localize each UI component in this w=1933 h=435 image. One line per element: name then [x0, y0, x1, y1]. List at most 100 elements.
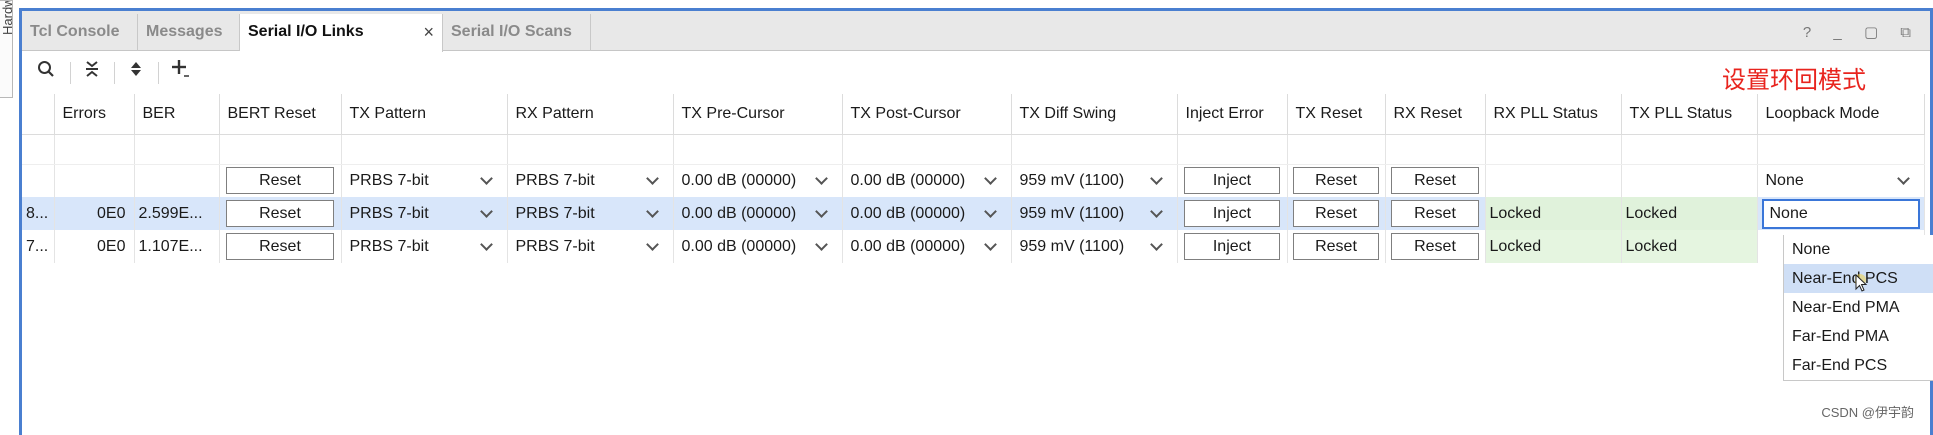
tx-pattern-cell[interactable]: PRBS 7-bit — [341, 164, 508, 197]
loopback-mode-cell[interactable]: None — [1757, 164, 1925, 197]
hardware-side-tab[interactable]: Hardware — [0, 0, 13, 98]
chevron-down-icon[interactable] — [814, 204, 828, 218]
tab-label: Serial I/O Links — [248, 23, 364, 40]
column-header[interactable]: RX PLL Status — [1485, 94, 1622, 135]
tx-reset-cell: Reset — [1287, 230, 1386, 263]
tx-diff-swing-cell[interactable]: 959 mV (1100) — [1011, 230, 1178, 263]
link-name-cell: 7... — [22, 230, 55, 263]
loopback-option-none[interactable]: None — [1784, 235, 1933, 264]
tx-reset-button[interactable]: Reset — [1293, 167, 1379, 195]
column-header[interactable]: Loopback Mode — [1757, 94, 1925, 135]
tx-post-cursor-cell[interactable]: 0.00 dB (00000) — [842, 230, 1012, 263]
annotation-text: 设置环回模式 — [1722, 66, 1866, 94]
rx-pll-status-cell: Locked — [1485, 230, 1622, 263]
tx-pattern-value: PRBS 7-bit — [349, 204, 429, 222]
inject-error-button[interactable]: Inject — [1183, 167, 1281, 195]
tab-serial-io-links[interactable]: Serial I/O Links × — [240, 14, 443, 52]
bert-reset-button[interactable]: Reset — [225, 233, 335, 260]
tab-serial-io-scans[interactable]: Serial I/O Scans — [443, 14, 591, 51]
inject-error-button[interactable]: Inject — [1183, 200, 1281, 227]
chevron-down-icon[interactable] — [479, 204, 493, 218]
chevron-down-icon[interactable] — [645, 237, 659, 251]
chevron-down-icon[interactable] — [814, 171, 828, 185]
rx-pattern-cell[interactable]: PRBS 7-bit — [507, 164, 674, 197]
chevron-down-icon[interactable] — [814, 237, 828, 251]
chevron-down-icon[interactable] — [983, 237, 997, 251]
expand-all-icon[interactable] — [122, 58, 150, 86]
table-row[interactable]: 7... 0E0 1.107E... Reset PRBS 7-bit PRBS… — [22, 230, 1925, 263]
column-header[interactable]: TX Pattern — [341, 94, 508, 135]
empty-cell — [1621, 164, 1758, 197]
chevron-down-icon[interactable] — [645, 204, 659, 218]
column-header[interactable]: BER — [134, 94, 220, 135]
column-header[interactable]: RX Pattern — [507, 94, 674, 135]
rx-pattern-cell[interactable]: PRBS 7-bit — [507, 197, 674, 230]
tx-pre-cursor-value: 0.00 dB (00000) — [681, 171, 797, 189]
tab-tcl-console[interactable]: Tcl Console — [22, 14, 138, 51]
column-header[interactable]: BERT Reset — [219, 94, 342, 135]
loopback-mode-dropdown-list: None Near-End PCS Near-End PMA Far-End P… — [1783, 235, 1933, 381]
column-header[interactable]: Inject Error — [1177, 94, 1288, 135]
chevron-down-icon[interactable] — [479, 171, 493, 185]
window-controls[interactable]: ? _ ▢ ⧉ — [1803, 23, 1920, 41]
tx-reset-button[interactable]: Reset — [1293, 200, 1379, 227]
tx-post-cursor-cell[interactable]: 0.00 dB (00000) — [842, 164, 1012, 197]
column-header[interactable]: TX Reset — [1287, 94, 1386, 135]
table-row[interactable]: 8... 0E0 2.599E... Reset PRBS 7-bit PRBS… — [22, 197, 1925, 230]
table-header-row: Errors BER BERT Reset TX Pattern RX Patt… — [22, 94, 1925, 135]
rx-reset-button[interactable]: Reset — [1391, 233, 1479, 260]
column-header[interactable]: TX Diff Swing — [1011, 94, 1178, 135]
tx-pattern-cell[interactable]: PRBS 7-bit — [341, 197, 508, 230]
chevron-down-icon[interactable] — [983, 204, 997, 218]
rx-pattern-value: PRBS 7-bit — [515, 237, 595, 255]
bert-reset-button[interactable]: Reset — [225, 200, 335, 227]
loopback-option-far-end-pma[interactable]: Far-End PMA — [1784, 322, 1933, 351]
rx-reset-button[interactable]: Reset — [1391, 200, 1479, 227]
tx-diff-swing-cell[interactable]: 959 mV (1100) — [1011, 164, 1178, 197]
rx-reset-button[interactable]: Reset — [1391, 167, 1479, 195]
empty-cell — [22, 134, 55, 165]
tx-pre-cursor-cell[interactable]: 0.00 dB (00000) — [673, 197, 843, 230]
add-icon[interactable] — [166, 58, 194, 86]
tab-bar: Tcl Console Messages Serial I/O Links × … — [22, 11, 1930, 52]
column-header[interactable]: TX Pre-Cursor — [673, 94, 843, 135]
empty-cell — [1011, 134, 1178, 165]
collapse-all-icon[interactable] — [78, 58, 106, 86]
serial-io-links-panel: Tcl Console Messages Serial I/O Links × … — [19, 8, 1933, 435]
tx-reset-button[interactable]: Reset — [1293, 233, 1379, 260]
chevron-down-icon[interactable] — [479, 237, 493, 251]
loopback-mode-select[interactable]: None — [1761, 198, 1920, 229]
loopback-option-near-end-pma[interactable]: Near-End PMA — [1784, 293, 1933, 322]
empty-cell — [1385, 134, 1486, 165]
tx-reset-cell: Reset — [1287, 164, 1386, 197]
tx-diff-swing-cell[interactable]: 959 mV (1100) — [1011, 197, 1178, 230]
chevron-down-icon[interactable] — [1149, 171, 1163, 185]
errors-cell: 0E0 — [54, 197, 135, 230]
column-header[interactable] — [22, 94, 55, 135]
chevron-down-icon[interactable] — [645, 171, 659, 185]
tab-label: Serial I/O Scans — [451, 23, 572, 40]
tx-reset-cell: Reset — [1287, 197, 1386, 230]
column-header[interactable]: RX Reset — [1385, 94, 1486, 135]
tx-pre-cursor-cell[interactable]: 0.00 dB (00000) — [673, 164, 843, 197]
tx-pre-cursor-cell[interactable]: 0.00 dB (00000) — [673, 230, 843, 263]
chevron-down-icon[interactable] — [1149, 237, 1163, 251]
bert-reset-button[interactable]: Reset — [225, 167, 335, 195]
column-header[interactable]: TX Post-Cursor — [842, 94, 1012, 135]
inject-error-button[interactable]: Inject — [1183, 233, 1281, 260]
tx-diff-swing-value: 959 mV (1100) — [1019, 171, 1125, 189]
tx-pattern-cell[interactable]: PRBS 7-bit — [341, 230, 508, 263]
chevron-down-icon[interactable] — [1896, 171, 1910, 185]
column-header[interactable]: TX PLL Status — [1621, 94, 1758, 135]
column-header[interactable]: Errors — [54, 94, 135, 135]
chevron-down-icon[interactable] — [983, 171, 997, 185]
chevron-down-icon[interactable] — [1149, 204, 1163, 218]
loopback-option-far-end-pcs[interactable]: Far-End PCS — [1784, 351, 1933, 380]
tx-post-cursor-cell[interactable]: 0.00 dB (00000) — [842, 197, 1012, 230]
search-icon[interactable] — [32, 58, 60, 86]
loopback-mode-cell[interactable]: None — [1757, 197, 1925, 230]
rx-pattern-cell[interactable]: PRBS 7-bit — [507, 230, 674, 263]
tx-pattern-value: PRBS 7-bit — [349, 171, 429, 189]
tab-messages[interactable]: Messages — [138, 14, 240, 51]
close-icon[interactable]: × — [423, 14, 434, 50]
